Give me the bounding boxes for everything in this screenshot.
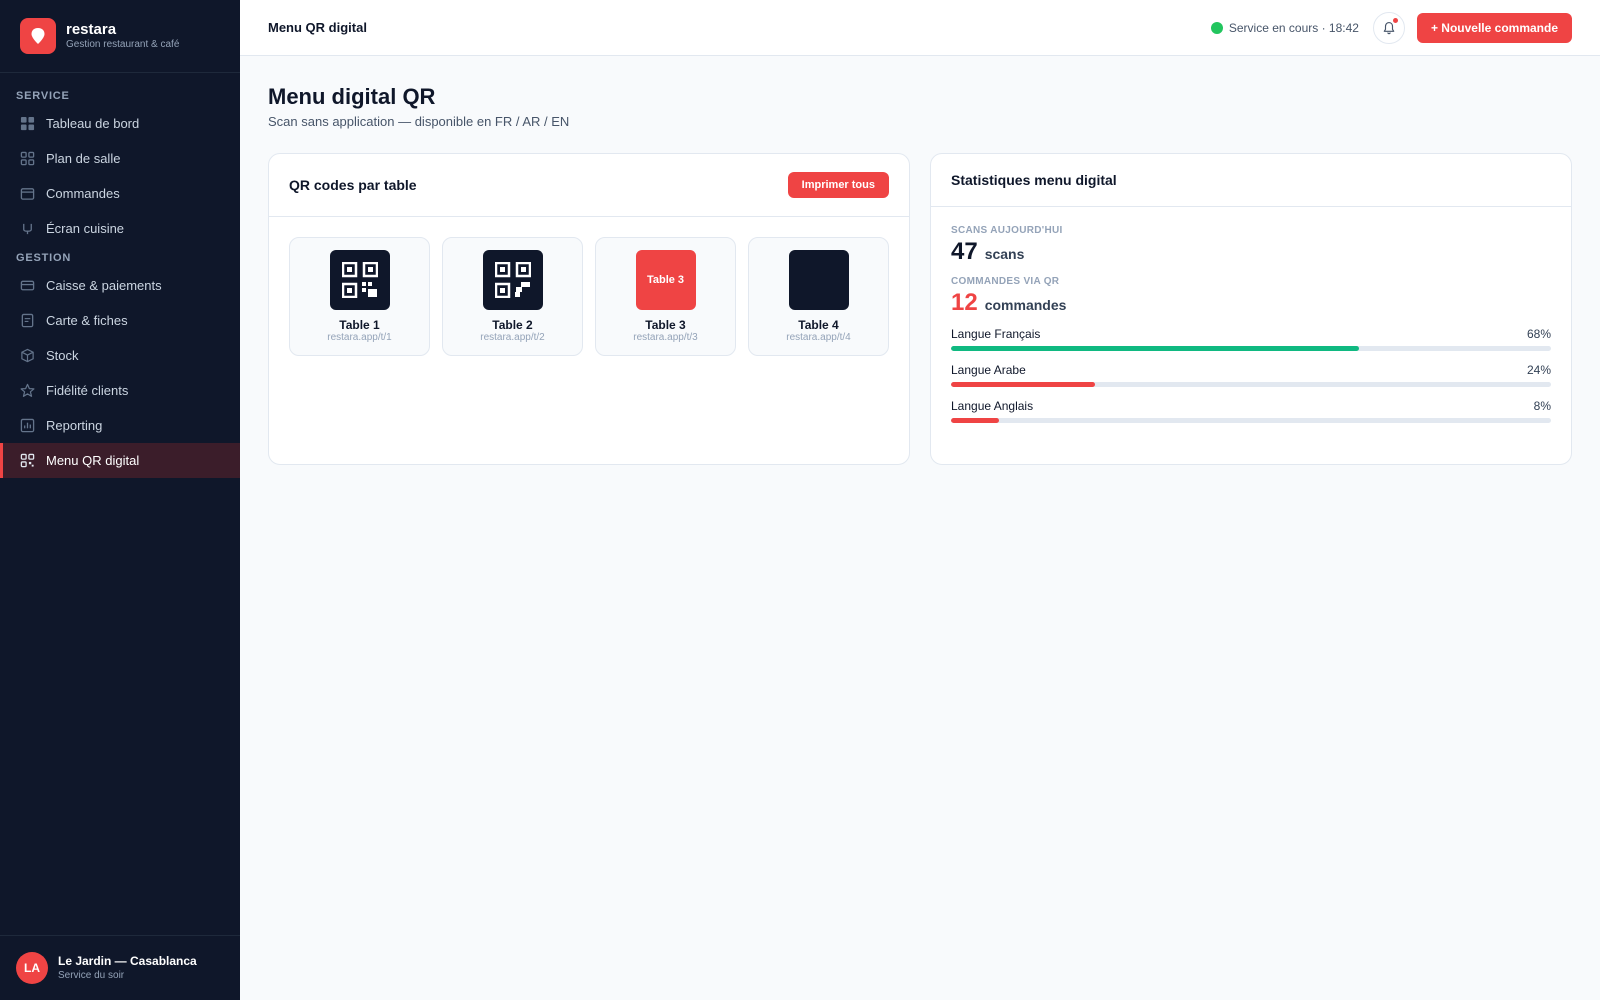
table-qr-tile[interactable]: Table 2 restara.app/t/2 bbox=[442, 237, 583, 356]
sidebar-item-label: Stock bbox=[46, 348, 79, 363]
orders-unit: commandes bbox=[984, 297, 1067, 313]
topbar: Menu QR digital Service en cours · 18:42… bbox=[240, 0, 1600, 56]
language-percent: 24% bbox=[1526, 363, 1551, 377]
language-label: Langue Arabe bbox=[951, 363, 1026, 377]
section-label-gestion: GESTION bbox=[16, 252, 72, 264]
table-qr-tile[interactable]: Table 3 Table 3 restara.app/t/3 bbox=[595, 237, 736, 356]
qr-code-icon bbox=[482, 250, 543, 310]
orders-label: COMMANDES VIA QR bbox=[951, 276, 1060, 287]
language-percent: 8% bbox=[1533, 399, 1551, 413]
status-dot-icon bbox=[1210, 21, 1223, 34]
box-icon bbox=[20, 188, 35, 200]
notification-badge bbox=[1392, 17, 1398, 23]
language-percent: 68% bbox=[1526, 327, 1551, 341]
qr-icon bbox=[20, 453, 35, 468]
language-progress-fill bbox=[951, 382, 1095, 387]
sidebar-item-label: Caisse & paiements bbox=[46, 278, 162, 293]
table-name: Table 3 bbox=[645, 318, 686, 332]
sidebar-item-fidelite[interactable]: Fidélité clients bbox=[0, 373, 240, 408]
table-url: restara.app/t/4 bbox=[786, 332, 851, 343]
table-name: Table 1 bbox=[339, 318, 380, 332]
restaurant-profile[interactable]: LA Le Jardin — Casablanca Service du soi… bbox=[0, 935, 240, 1000]
language-stat-french: Langue Français 68% bbox=[951, 327, 1551, 351]
language-stat-arabic: Langue Arabe 24% bbox=[951, 363, 1551, 387]
star-icon bbox=[20, 383, 35, 397]
topbar-title: Menu QR digital bbox=[268, 20, 367, 35]
layout-icon bbox=[20, 151, 35, 166]
language-stat-english: Langue Anglais 8% bbox=[951, 399, 1551, 423]
brand-subtitle: Gestion restaurant & café bbox=[66, 39, 180, 50]
language-label: Langue Français bbox=[951, 327, 1041, 341]
stats-card-title: Statistiques menu digital bbox=[951, 172, 1117, 188]
avatar: LA bbox=[16, 952, 48, 984]
sidebar: restara Gestion restaurant & café SERVIC… bbox=[0, 0, 240, 1000]
scans-unit: scans bbox=[984, 246, 1025, 262]
sidebar-item-caisse[interactable]: Caisse & paiements bbox=[0, 268, 240, 303]
table-name: Table 2 bbox=[492, 318, 533, 332]
print-all-button[interactable]: Imprimer tous bbox=[787, 172, 889, 198]
grid-icon bbox=[20, 116, 35, 131]
brand[interactable]: restara Gestion restaurant & café bbox=[0, 0, 240, 73]
sidebar-item-label: Reporting bbox=[46, 418, 103, 433]
table-qr-tile[interactable]: Table 1 restara.app/t/1 bbox=[289, 237, 430, 356]
table-qr-tile[interactable]: Table 4 restara.app/t/4 bbox=[748, 237, 889, 356]
sidebar-item-plan-de-salle[interactable]: Plan de salle bbox=[0, 141, 240, 176]
language-progress-bar bbox=[951, 418, 1551, 423]
table-url: restara.app/t/3 bbox=[633, 332, 698, 343]
service-status-text: Service en cours · 18:42 bbox=[1228, 20, 1359, 35]
brand-name: restara bbox=[66, 21, 117, 38]
sidebar-item-label: Menu QR digital bbox=[46, 453, 140, 468]
language-progress-bar bbox=[951, 382, 1551, 387]
notifications-button[interactable] bbox=[1372, 11, 1405, 44]
section-label-service: SERVICE bbox=[16, 90, 70, 102]
scans-label: SCANS AUJOURD'HUI bbox=[951, 225, 1063, 236]
table-url: restara.app/t/1 bbox=[327, 332, 392, 343]
language-progress-bar bbox=[951, 346, 1551, 351]
sidebar-item-label: Carte & fiches bbox=[46, 313, 128, 328]
digital-menu-stats-card: Statistiques menu digital SCANS AUJOURD'… bbox=[930, 153, 1572, 465]
language-progress-fill bbox=[951, 346, 1359, 351]
brand-logo-icon bbox=[20, 18, 56, 54]
table-name: Table 4 bbox=[798, 318, 839, 332]
qr-card-title: QR codes par table bbox=[289, 177, 417, 193]
page-subtitle: Scan sans application — disponible en FR… bbox=[268, 114, 570, 129]
sidebar-item-commandes[interactable]: Commandes bbox=[0, 176, 240, 211]
qr-code-icon bbox=[329, 250, 390, 310]
scans-value: 47 bbox=[951, 238, 978, 265]
new-order-button[interactable]: + Nouvelle commande bbox=[1416, 12, 1572, 43]
qr-code-placeholder bbox=[788, 250, 849, 310]
restaurant-name: Le Jardin — Casablanca bbox=[58, 954, 197, 968]
page-title: Menu digital QR bbox=[268, 84, 436, 109]
sidebar-item-menu-qr[interactable]: Menu QR digital bbox=[0, 443, 240, 478]
sidebar-item-label: Commandes bbox=[46, 186, 120, 201]
sidebar-item-tableau-de-bord[interactable]: Tableau de bord bbox=[0, 106, 240, 141]
sidebar-item-label: Écran cuisine bbox=[46, 221, 125, 236]
sidebar-item-label: Plan de salle bbox=[46, 151, 121, 166]
sidebar-item-carte-fiches[interactable]: Carte & fiches bbox=[0, 303, 240, 338]
document-icon bbox=[21, 313, 34, 328]
main-content: Menu digital QR Scan sans application — … bbox=[268, 84, 1572, 465]
bowl-icon bbox=[23, 223, 32, 235]
language-label: Langue Anglais bbox=[951, 399, 1034, 413]
restaurant-shift: Service du soir bbox=[58, 970, 125, 981]
sidebar-item-reporting[interactable]: Reporting bbox=[0, 408, 240, 443]
sidebar-item-stock[interactable]: Stock bbox=[0, 338, 240, 373]
card-icon bbox=[20, 280, 35, 291]
sidebar-item-label: Fidélité clients bbox=[46, 383, 129, 398]
sidebar-item-label: Tableau de bord bbox=[46, 116, 140, 131]
qr-codes-card: QR codes par table Imprimer tous Table 1… bbox=[268, 153, 910, 465]
table-url: restara.app/t/2 bbox=[480, 332, 545, 343]
chart-icon bbox=[20, 418, 35, 433]
sidebar-item-ecran-cuisine[interactable]: Écran cuisine bbox=[0, 211, 240, 246]
package-icon bbox=[21, 348, 34, 363]
orders-value: 12 bbox=[951, 289, 978, 316]
language-progress-fill bbox=[951, 418, 999, 423]
bell-icon bbox=[1383, 21, 1395, 34]
qr-code-placeholder: Table 3 bbox=[635, 250, 696, 310]
service-status: Service en cours · 18:42 bbox=[1210, 20, 1359, 35]
